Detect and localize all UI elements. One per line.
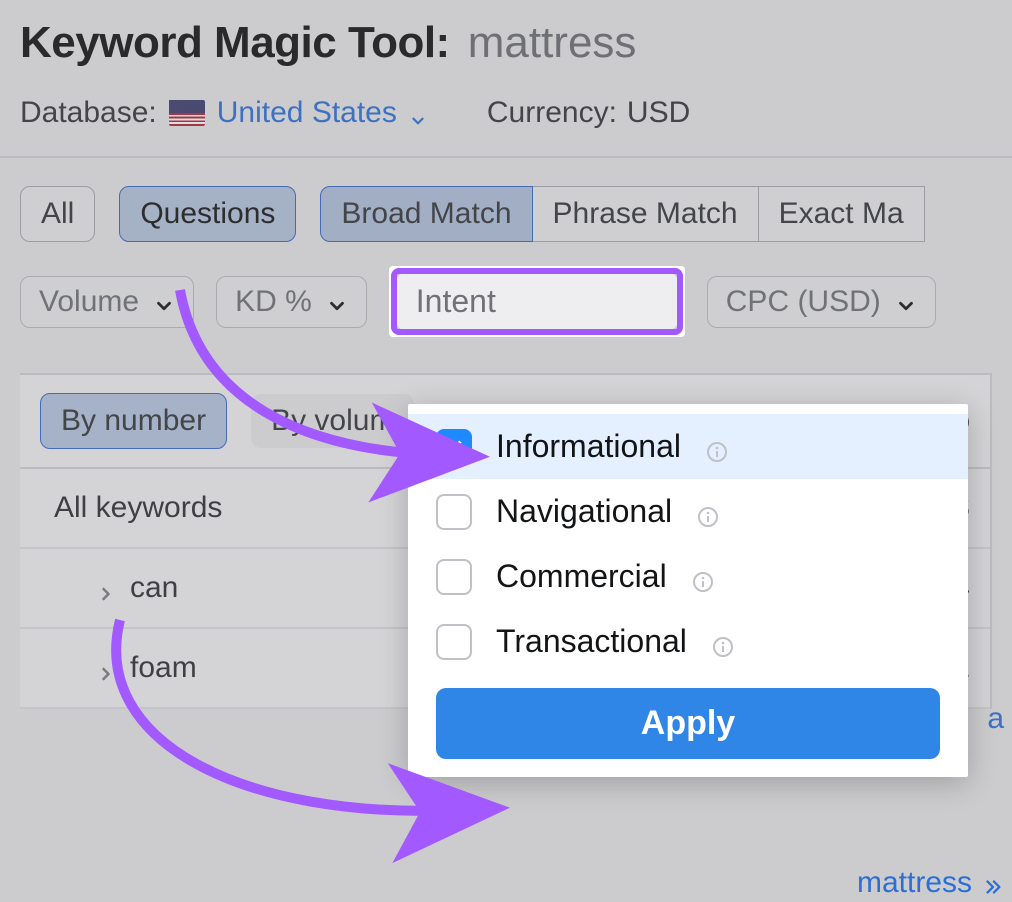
match-type-group: Broad Match Phrase Match Exact Ma xyxy=(320,186,924,242)
filter-volume[interactable]: Volume xyxy=(20,276,194,328)
group-tab-by-volume[interactable]: By volum xyxy=(251,394,414,448)
chevron-right-icon xyxy=(96,658,116,678)
filter-volume-label: Volume xyxy=(39,285,139,319)
currency-value: USD xyxy=(627,96,690,130)
filter-kd-label: KD % xyxy=(235,285,312,319)
option-label: Informational xyxy=(496,428,681,465)
currency-display: Currency: USD xyxy=(487,96,690,130)
chevron-down-icon xyxy=(409,104,427,122)
tab-broad-match[interactable]: Broad Match xyxy=(320,186,532,242)
group-tab-by-number[interactable]: By number xyxy=(40,393,227,449)
chevron-down-icon xyxy=(153,291,175,313)
truncated-right-link[interactable]: a xyxy=(987,702,1004,736)
intent-option-transactional[interactable]: Transactional xyxy=(408,609,968,674)
chevron-right-icon xyxy=(96,578,116,598)
checkbox-unchecked-icon[interactable] xyxy=(436,494,472,530)
database-label: Database: xyxy=(20,96,157,130)
tab-all[interactable]: All xyxy=(20,186,95,242)
checkbox-unchecked-icon[interactable] xyxy=(436,624,472,660)
info-icon[interactable] xyxy=(711,630,735,654)
apply-button[interactable]: Apply xyxy=(436,688,940,759)
checkbox-unchecked-icon[interactable] xyxy=(436,559,472,595)
tab-phrase-match[interactable]: Phrase Match xyxy=(533,186,759,242)
option-label: Commercial xyxy=(496,558,667,595)
intent-dropdown-panel: Informational Navigational Commercial Tr… xyxy=(408,404,968,777)
double-chevron-right-icon xyxy=(982,872,1004,894)
checkbox-checked-icon[interactable] xyxy=(436,429,472,465)
row-label: can xyxy=(130,571,178,605)
filter-intent[interactable]: Intent xyxy=(395,272,679,331)
row-label: foam xyxy=(130,651,197,685)
chevron-down-icon xyxy=(326,291,348,313)
info-icon[interactable] xyxy=(691,565,715,589)
chevron-down-icon xyxy=(895,291,917,313)
currency-label: Currency: xyxy=(487,96,617,130)
intent-option-commercial[interactable]: Commercial xyxy=(408,544,968,609)
filter-intent-highlight-wrap: Intent xyxy=(389,266,685,337)
tab-exact-match[interactable]: Exact Ma xyxy=(759,186,925,242)
intent-option-navigational[interactable]: Navigational xyxy=(408,479,968,544)
tab-questions[interactable]: Questions xyxy=(119,186,296,242)
filter-cpc[interactable]: CPC (USD) xyxy=(707,276,936,328)
info-icon[interactable] xyxy=(705,435,729,459)
page-title-label: Keyword Magic Tool: xyxy=(20,18,450,68)
database-country: United States xyxy=(217,96,397,130)
filter-intent-label: Intent xyxy=(416,283,496,320)
truncated-link-text: mattress xyxy=(857,866,972,900)
truncated-right-link-2[interactable]: mattress xyxy=(857,866,1004,900)
page-title-keyword: mattress xyxy=(468,18,637,68)
info-icon[interactable] xyxy=(696,500,720,524)
filter-cpc-label: CPC (USD) xyxy=(726,285,881,319)
us-flag-icon xyxy=(169,100,205,126)
database-selector[interactable]: Database: United States xyxy=(20,96,427,130)
intent-option-informational[interactable]: Informational xyxy=(408,414,968,479)
filter-kd[interactable]: KD % xyxy=(216,276,367,328)
option-label: Transactional xyxy=(496,623,687,660)
option-label: Navigational xyxy=(496,493,672,530)
